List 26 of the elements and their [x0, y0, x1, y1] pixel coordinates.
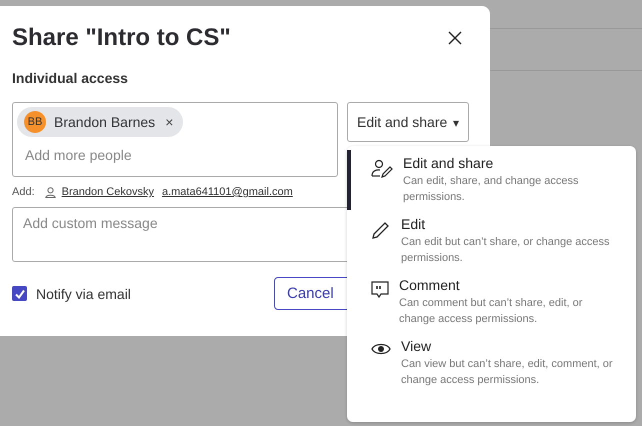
- eye-icon: [371, 342, 391, 356]
- option-title: Edit and share: [403, 155, 494, 171]
- section-label: Individual access: [12, 70, 129, 86]
- access-dropdown[interactable]: Edit and share ▾: [347, 102, 470, 142]
- remove-button[interactable]: ×: [163, 114, 176, 130]
- comment-icon: [371, 281, 389, 299]
- suggestion-link[interactable]: a.mata641101@gmail.com: [162, 186, 293, 198]
- person-icon: [44, 186, 56, 198]
- option-description: Can view but can’t share, edit, comment, or change access permissions.: [401, 357, 614, 388]
- option-description: Can comment but can’t share, edit, or change access permissions.: [399, 296, 584, 327]
- dialog-title: Share "Intro to CS": [12, 24, 231, 52]
- person-pencil-icon: [371, 159, 393, 179]
- pencil-icon: [371, 220, 391, 240]
- access-option[interactable]: View Can view but can’t share, edit, comment, or change access permissions.: [347, 333, 636, 393]
- notify-label: Notify via email: [36, 286, 131, 302]
- access-option[interactable]: Edit and share Can edit, share, and change access permissions.: [347, 150, 636, 210]
- notify-checkbox[interactable]: [12, 286, 27, 301]
- close-icon[interactable]: [448, 31, 462, 45]
- person-name: Brandon Barnes: [54, 114, 156, 130]
- option-title: View: [401, 338, 432, 354]
- option-title: Comment: [399, 277, 461, 293]
- add-label: Add:: [12, 186, 35, 198]
- avatar: BB: [24, 111, 46, 133]
- option-description: Can edit, share, and change access permissions.: [403, 174, 580, 205]
- option-title: Edit: [401, 216, 426, 232]
- suggestion-link[interactable]: Brandon Cekovsky: [62, 186, 154, 198]
